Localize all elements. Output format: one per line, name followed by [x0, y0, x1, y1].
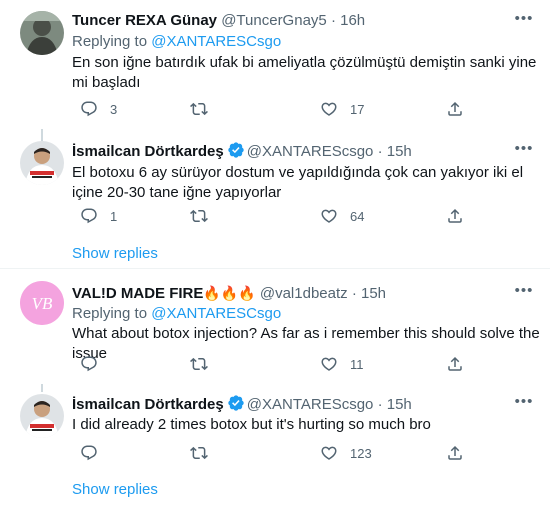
retweet-icon	[190, 357, 208, 371]
separator-dot: ·	[351, 285, 357, 302]
tweet-3[interactable]: VB VAL!D MADE FIRE🔥🔥🔥 @val1dbeatz · 15h …	[0, 269, 550, 379]
replying-to-link[interactable]: @XANTARESCsgo	[151, 305, 281, 322]
share-button[interactable]	[446, 206, 464, 226]
replying-to-link[interactable]: @XANTARESCsgo	[151, 33, 281, 50]
share-icon	[448, 445, 462, 460]
replying-to-label: Replying to	[72, 305, 148, 322]
more-icon[interactable]: •••	[512, 394, 536, 415]
like-button[interactable]: 17	[320, 99, 364, 119]
reply-icon	[81, 356, 97, 372]
show-replies-link[interactable]: Show replies	[72, 480, 158, 500]
replying-to-label: Replying to	[72, 33, 148, 50]
show-replies-link[interactable]: Show replies	[72, 244, 158, 264]
retweet-icon	[190, 209, 208, 223]
like-count: 11	[350, 356, 364, 372]
like-button[interactable]: 64	[320, 206, 364, 226]
display-name[interactable]: Tuncer REXA Günay	[72, 12, 217, 29]
reply-button[interactable]	[80, 354, 110, 374]
avatar[interactable]	[20, 11, 64, 55]
more-icon[interactable]: •••	[512, 283, 536, 304]
tweet-text: I did already 2 times botox but it's hur…	[72, 416, 431, 433]
display-name[interactable]: İsmailcan Dörtkardeş	[72, 143, 224, 160]
tweet-text: El botoxu 6 ay sürüyor dostum ve yapıldı…	[72, 164, 524, 201]
share-button[interactable]	[446, 443, 464, 463]
like-icon	[321, 446, 337, 460]
replying-to: Replying to @XANTARESCsgo	[72, 32, 281, 52]
handle[interactable]: @XANTAREScsgo	[247, 396, 374, 413]
handle[interactable]: @TuncerGnay5	[221, 12, 327, 29]
tweet-header: Tuncer REXA Günay @TuncerGnay5 · 16h	[72, 11, 365, 31]
separator-dot: ·	[377, 396, 383, 413]
like-count: 64	[350, 208, 365, 224]
tweet-2[interactable]: İsmailcan Dörtkardeş @XANTAREScsgo · 15h …	[0, 130, 550, 262]
share-icon	[448, 208, 462, 223]
tweet-text: En son iğne batırdık ufak bi ameliyatla …	[72, 54, 537, 91]
avatar[interactable]: VB	[20, 281, 64, 325]
like-count: 17	[350, 101, 365, 117]
action-bar: 3 17	[72, 99, 542, 119]
retweet-button[interactable]	[190, 443, 220, 463]
verified-badge-icon	[228, 395, 244, 411]
replying-to: Replying to @XANTARESCsgo	[72, 304, 281, 324]
share-button[interactable]	[446, 99, 464, 119]
retweet-icon	[190, 102, 208, 116]
timestamp[interactable]: 16h	[340, 12, 365, 29]
fire-emoji: 🔥🔥🔥	[203, 285, 256, 301]
reply-icon	[81, 208, 97, 224]
retweet-button[interactable]	[190, 206, 220, 226]
like-icon	[321, 209, 337, 223]
handle[interactable]: @XANTAREScsgo	[247, 143, 374, 160]
action-bar: 123	[72, 443, 542, 463]
tweet-header: İsmailcan Dörtkardeş @XANTAREScsgo · 15h	[72, 141, 412, 161]
avatar-monogram: VB	[32, 294, 53, 313]
tweet-header: VAL!D MADE FIRE🔥🔥🔥 @val1dbeatz · 15h	[72, 283, 386, 303]
like-icon	[321, 102, 337, 116]
timestamp[interactable]: 15h	[361, 285, 386, 302]
reply-button[interactable]: 1	[80, 206, 117, 226]
reply-count: 1	[110, 208, 118, 224]
reply-button[interactable]	[80, 443, 110, 463]
share-icon	[448, 101, 462, 116]
handle[interactable]: @val1dbeatz	[260, 285, 348, 302]
tweet-1[interactable]: Tuncer REXA Günay @TuncerGnay5 · 16h •••…	[0, 0, 550, 130]
share-button[interactable]	[446, 354, 464, 374]
reply-count: 3	[110, 101, 118, 117]
like-icon	[321, 357, 337, 371]
like-button[interactable]: 123	[320, 443, 372, 463]
share-icon	[448, 356, 462, 371]
avatar[interactable]	[20, 394, 64, 438]
verified-badge-icon	[228, 142, 244, 158]
retweet-button[interactable]	[190, 99, 220, 119]
more-icon[interactable]: •••	[512, 11, 536, 32]
timestamp[interactable]: 15h	[387, 396, 412, 413]
retweet-icon	[190, 446, 208, 460]
reply-button[interactable]: 3	[80, 99, 117, 119]
like-button[interactable]: 11	[320, 354, 364, 374]
display-name[interactable]: İsmailcan Dörtkardeş	[72, 396, 224, 413]
reply-icon	[81, 101, 97, 117]
tweet-4[interactable]: İsmailcan Dörtkardeş @XANTAREScsgo · 15h …	[0, 382, 550, 505]
action-bar: 1 64	[72, 206, 542, 226]
more-icon[interactable]: •••	[512, 141, 536, 162]
tweet-header: İsmailcan Dörtkardeş @XANTAREScsgo · 15h	[72, 394, 412, 414]
action-bar: 11	[72, 354, 542, 374]
timestamp[interactable]: 15h	[387, 143, 412, 160]
separator-dot: ·	[330, 12, 336, 29]
reply-icon	[81, 445, 97, 461]
like-count: 123	[350, 445, 372, 461]
separator-dot: ·	[377, 143, 383, 160]
display-name[interactable]: VAL!D MADE FIRE	[72, 285, 203, 302]
avatar[interactable]	[20, 141, 64, 185]
retweet-button[interactable]	[190, 354, 220, 374]
